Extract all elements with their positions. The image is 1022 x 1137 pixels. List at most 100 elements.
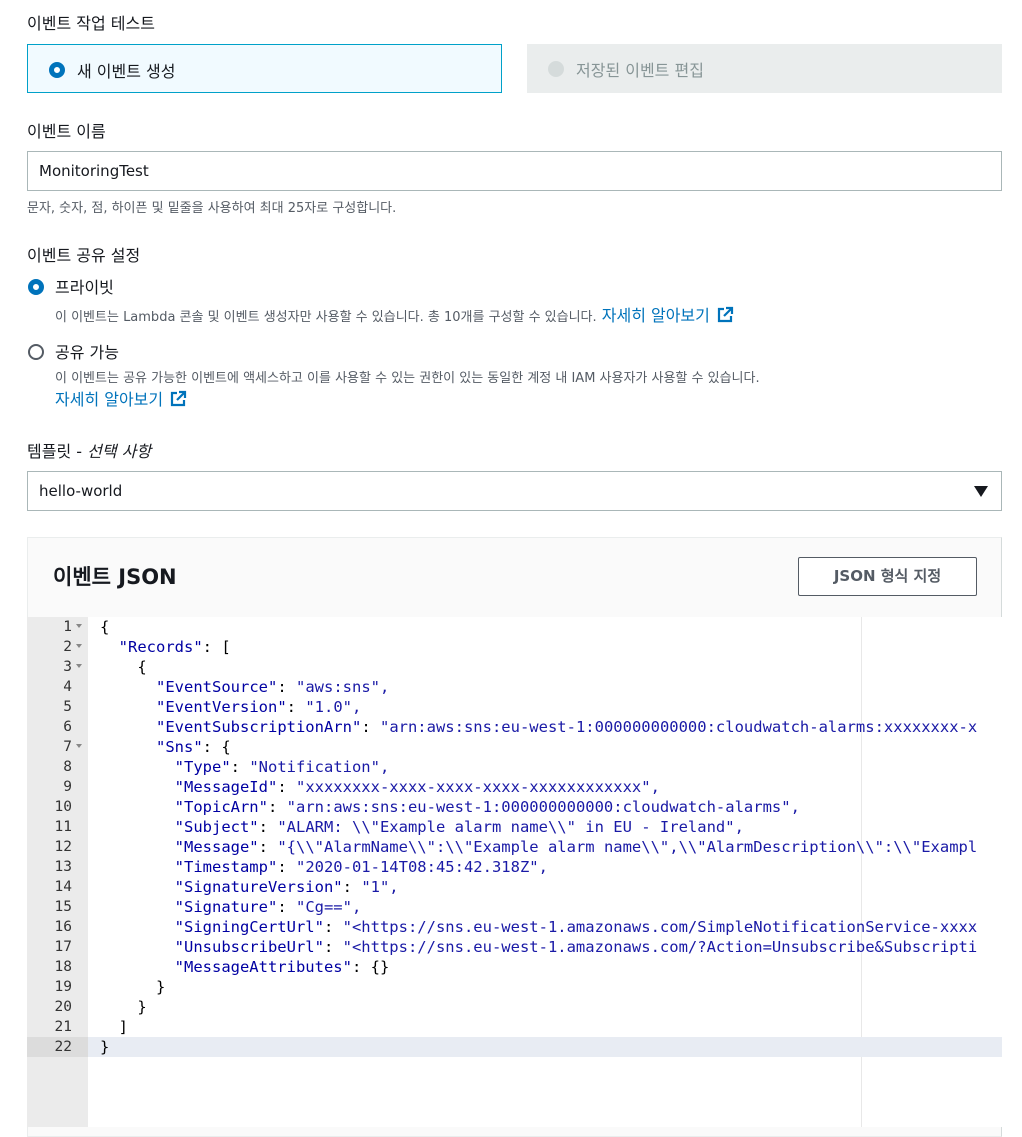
- code-text: "MessageId": "xxxxxxxx-xxxx-xxxx-xxxx-xx…: [174, 778, 660, 796]
- learn-more-link-private[interactable]: 자세히 알아보기: [602, 306, 734, 325]
- template-select[interactable]: hello-world: [27, 471, 1002, 511]
- code-text: "UnsubscribeUrl": "<https://sns.eu-west-…: [174, 938, 978, 956]
- private-label: 프라이빗: [55, 278, 114, 297]
- code-text: "Records": [: [118, 638, 231, 656]
- code-line[interactable]: 20 }: [27, 997, 1002, 1017]
- code-line[interactable]: 9 "MessageId": "xxxxxxxx-xxxx-xxxx-xxxx-…: [27, 777, 1002, 797]
- code-line[interactable]: 22}: [27, 1037, 1002, 1057]
- code-text: ]: [100, 1018, 128, 1036]
- template-label-main: 템플릿: [27, 442, 72, 461]
- line-number: 8: [63, 759, 72, 775]
- line-number: 5: [63, 699, 72, 715]
- shareable-description: 이 이벤트는 공유 가능한 이벤트에 액세스하고 이를 사용할 수 있는 권한이…: [55, 371, 760, 386]
- template-label-optional: 선택 사항: [87, 442, 152, 461]
- template-label: 템플릿 - 선택 사항: [27, 438, 151, 462]
- external-link-icon: [717, 306, 733, 323]
- private-radio[interactable]: [28, 279, 44, 295]
- line-number: 14: [54, 879, 72, 895]
- code-text: "Timestamp": "2020-01-14T08:45:42.318Z",: [174, 858, 548, 876]
- template-label-sep: -: [71, 442, 88, 461]
- code-line[interactable]: 8 "Type": "Notification",: [27, 757, 1002, 777]
- line-number: 4: [63, 679, 72, 695]
- code-line[interactable]: 15 "Signature": "Cg==",: [27, 897, 1002, 917]
- code-text: "Type": "Notification",: [174, 758, 390, 776]
- code-text: "Sns": {: [156, 738, 231, 756]
- learn-more-text: 자세히 알아보기: [55, 390, 164, 409]
- line-number: 16: [54, 919, 72, 935]
- line-number: 15: [54, 899, 72, 915]
- code-text: "EventSubscriptionArn": "arn:aws:sns:eu-…: [156, 718, 978, 736]
- line-number: 20: [54, 999, 72, 1015]
- fold-arrow-icon[interactable]: [76, 664, 82, 668]
- line-number: 19: [54, 979, 72, 995]
- code-line[interactable]: 14 "SignatureVersion": "1",: [27, 877, 1002, 897]
- line-number: 21: [54, 1019, 72, 1035]
- code-text: "MessageAttributes": {}: [174, 958, 390, 976]
- line-number: 22: [27, 1037, 88, 1057]
- caret-down-icon: [974, 486, 988, 497]
- code-line[interactable]: 7 "Sns": {: [27, 737, 1002, 757]
- fold-arrow-icon[interactable]: [76, 624, 82, 628]
- code-line[interactable]: 6 "EventSubscriptionArn": "arn:aws:sns:e…: [27, 717, 1002, 737]
- radio-disabled-icon: [548, 61, 564, 77]
- code-line[interactable]: 5 "EventVersion": "1.0",: [27, 697, 1002, 717]
- code-line[interactable]: 21 ]: [27, 1017, 1002, 1037]
- fold-arrow-icon[interactable]: [76, 744, 82, 748]
- code-text: {: [100, 618, 110, 636]
- saved-event-option: 저장된 이벤트 편집: [527, 44, 1002, 93]
- code-line[interactable]: 19 }: [27, 977, 1002, 997]
- external-link-icon: [171, 390, 187, 407]
- line-number: 11: [54, 819, 72, 835]
- code-line[interactable]: 10 "TopicArn": "arn:aws:sns:eu-west-1:00…: [27, 797, 1002, 817]
- line-number: 17: [54, 939, 72, 955]
- code-line[interactable]: 3 {: [27, 657, 1002, 677]
- learn-more-text: 자세히 알아보기: [601, 306, 710, 325]
- code-text: {: [100, 658, 147, 676]
- shareable-label: 공유 가능: [55, 343, 119, 362]
- code-line[interactable]: 13 "Timestamp": "2020-01-14T08:45:42.318…: [27, 857, 1002, 877]
- line-number: 18: [54, 959, 72, 975]
- code-line[interactable]: 11 "Subject": "ALARM: \\"Example alarm n…: [27, 817, 1002, 837]
- code-line[interactable]: 2 "Records": [: [27, 637, 1002, 657]
- code-text: "EventVersion": "1.0",: [156, 698, 362, 716]
- sharing-label: 이벤트 공유 설정: [27, 246, 141, 265]
- line-number: 10: [54, 799, 72, 815]
- line-number: 13: [54, 859, 72, 875]
- code-line[interactable]: 12 "Message": "{\\"AlarmName\\":\\"Examp…: [27, 837, 1002, 857]
- event-json-title: 이벤트 JSON: [53, 565, 177, 589]
- new-event-label: 새 이벤트 생성: [77, 62, 176, 81]
- event-name-input[interactable]: [27, 151, 1002, 191]
- code-text: "Signature": "Cg==",: [174, 898, 362, 916]
- event-test-label: 이벤트 작업 테스트: [27, 14, 155, 33]
- new-event-option[interactable]: 새 이벤트 생성: [27, 44, 502, 93]
- code-text: "SignatureVersion": "1",: [174, 878, 399, 896]
- line-number: 12: [54, 839, 72, 855]
- code-text: "TopicArn": "arn:aws:sns:eu-west-1:00000…: [174, 798, 800, 816]
- code-text: }: [100, 978, 166, 996]
- event-name-label: 이벤트 이름: [27, 122, 106, 141]
- code-line[interactable]: 17 "UnsubscribeUrl": "<https://sns.eu-we…: [27, 937, 1002, 957]
- code-line[interactable]: 1{: [27, 617, 1002, 637]
- private-description: 이 이벤트는 Lambda 콘솔 및 이벤트 생성자만 사용할 수 있습니다. …: [55, 302, 734, 326]
- code-text: "Message": "{\\"AlarmName\\":\\"Example …: [174, 838, 978, 856]
- line-number: 6: [63, 719, 72, 735]
- code-line[interactable]: 16 "SigningCertUrl": "<https://sns.eu-we…: [27, 917, 1002, 937]
- code-text: "EventSource": "aws:sns",: [156, 678, 390, 696]
- code-text: }: [100, 1038, 110, 1056]
- template-selected-value: hello-world: [39, 482, 123, 500]
- saved-event-label: 저장된 이벤트 편집: [576, 61, 704, 80]
- code-line[interactable]: 18 "MessageAttributes": {}: [27, 957, 1002, 977]
- code-line[interactable]: 4 "EventSource": "aws:sns",: [27, 677, 1002, 697]
- fold-arrow-icon[interactable]: [76, 644, 82, 648]
- shareable-radio[interactable]: [28, 344, 44, 360]
- event-name-hint: 문자, 숫자, 점, 하이픈 및 밑줄을 사용하여 최대 25자로 구성합니다.: [27, 201, 397, 216]
- code-text: "SigningCertUrl": "<https://sns.eu-west-…: [174, 918, 978, 936]
- code-text: }: [100, 998, 147, 1016]
- radio-selected-icon[interactable]: [49, 62, 65, 78]
- code-editor[interactable]: 1{2 "Records": [3 {4 "EventSource": "aws…: [27, 617, 1002, 1127]
- learn-more-link-shareable[interactable]: 자세히 알아보기: [55, 386, 187, 410]
- line-number: 9: [63, 779, 72, 795]
- format-json-button[interactable]: JSON 형식 지정: [798, 557, 977, 596]
- code-text: "Subject": "ALARM: \\"Example alarm name…: [174, 818, 744, 836]
- private-desc-text: 이 이벤트는 Lambda 콘솔 및 이벤트 생성자만 사용할 수 있습니다. …: [55, 310, 597, 325]
